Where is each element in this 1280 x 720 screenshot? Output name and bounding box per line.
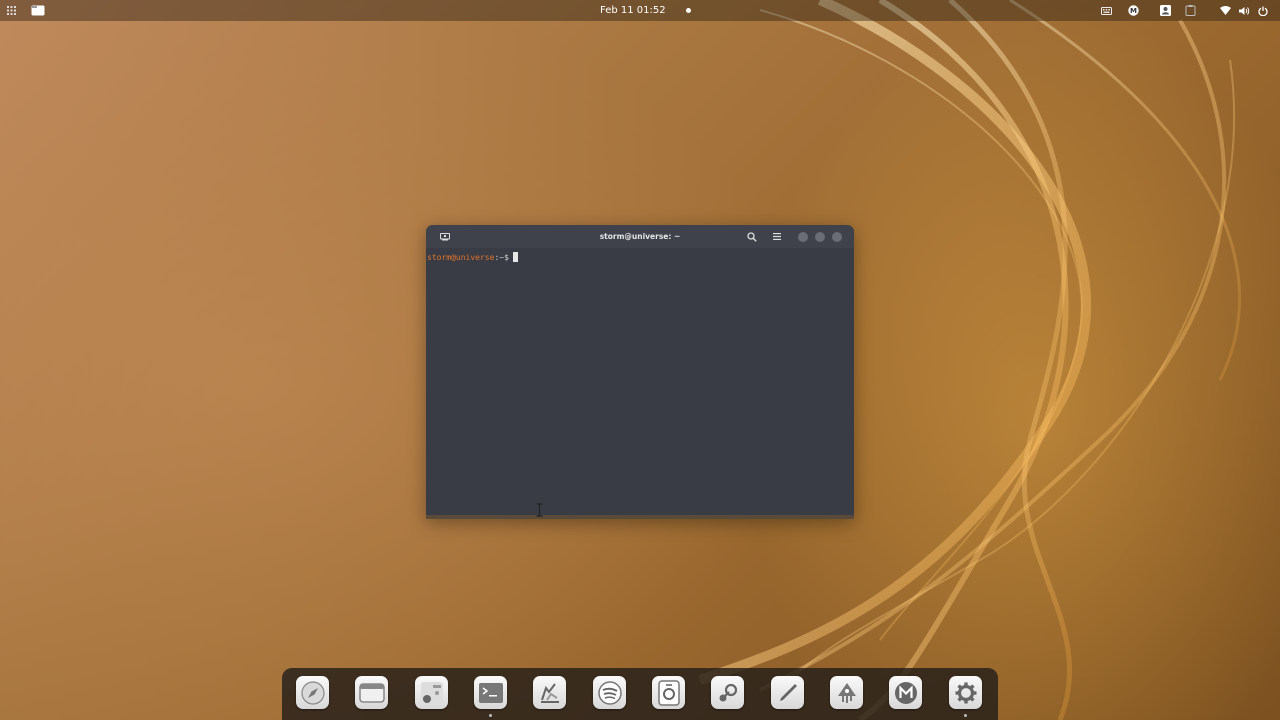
files-window-icon — [358, 682, 385, 703]
apps-grid-icon[interactable] — [5, 0, 17, 21]
close-button[interactable] — [832, 232, 842, 242]
terminal-title: storm@universe: ~ — [599, 232, 681, 241]
prompt-user: storm@universe — [427, 253, 495, 262]
mega-icon — [894, 681, 917, 704]
inkscape-pen-icon — [779, 683, 797, 701]
clipboard-icon[interactable] — [1184, 0, 1196, 21]
chart-app-icon — [540, 682, 559, 703]
running-indicator — [964, 714, 967, 717]
dock-item-files[interactable] — [355, 676, 388, 709]
camera-app-icon — [657, 679, 680, 706]
text-cursor — [512, 252, 518, 262]
svg-text:M: M — [1130, 7, 1137, 15]
clock-text: Feb 11 01:52 — [600, 5, 666, 16]
window-icon[interactable] — [30, 0, 46, 21]
dock — [282, 668, 998, 720]
settings-gear-icon — [955, 682, 976, 703]
terminal-header-bar[interactable]: storm@universe: ~ — [426, 225, 854, 248]
mouse-ibeam-cursor-icon — [536, 503, 543, 517]
hamburger-menu-icon[interactable] — [773, 225, 781, 248]
maximize-button[interactable] — [815, 232, 825, 242]
dock-item-inkscape[interactable] — [771, 676, 804, 709]
volume-icon[interactable] — [1238, 0, 1250, 21]
dock-item-browser[interactable] — [296, 676, 329, 709]
dock-item-graphics[interactable] — [830, 676, 863, 709]
graphics-editor-icon — [837, 682, 856, 703]
terminal-window[interactable]: storm@universe: ~ storm@universe:~$ — [426, 225, 854, 519]
keyboard-icon[interactable] — [1100, 0, 1112, 21]
minimize-button[interactable] — [798, 232, 808, 242]
power-icon[interactable] — [1257, 0, 1269, 21]
user-icon[interactable] — [1159, 0, 1171, 21]
top-bar: Feb 11 01:52 M — [0, 0, 1280, 21]
terminal-icon — [478, 682, 503, 703]
dock-item-settings[interactable] — [949, 676, 982, 717]
dock-item-terminal[interactable] — [474, 676, 507, 717]
prompt-path: :~$ — [494, 253, 509, 262]
safari-compass-icon — [300, 680, 325, 705]
dock-item-mega[interactable] — [889, 676, 922, 709]
terminal-content[interactable]: storm@universe:~$ — [426, 248, 854, 266]
dock-item-chart-app[interactable] — [533, 676, 566, 709]
dock-item-steam[interactable] — [711, 676, 744, 709]
dock-item-spotify[interactable] — [593, 676, 626, 709]
search-icon[interactable] — [747, 225, 757, 248]
terminal-bottom-edge — [426, 515, 854, 519]
notification-dot-icon — [685, 8, 691, 13]
gnome-tweaks-icon — [420, 681, 443, 704]
running-indicator — [489, 714, 492, 717]
dock-item-tweaks[interactable] — [415, 676, 448, 709]
clock[interactable]: Feb 11 01:52 — [600, 0, 691, 21]
mega-sync-icon[interactable]: M — [1127, 0, 1139, 21]
dock-item-camera[interactable] — [652, 676, 685, 709]
wifi-icon[interactable] — [1219, 0, 1231, 21]
steam-icon — [719, 683, 737, 701]
spotify-icon — [597, 680, 622, 705]
